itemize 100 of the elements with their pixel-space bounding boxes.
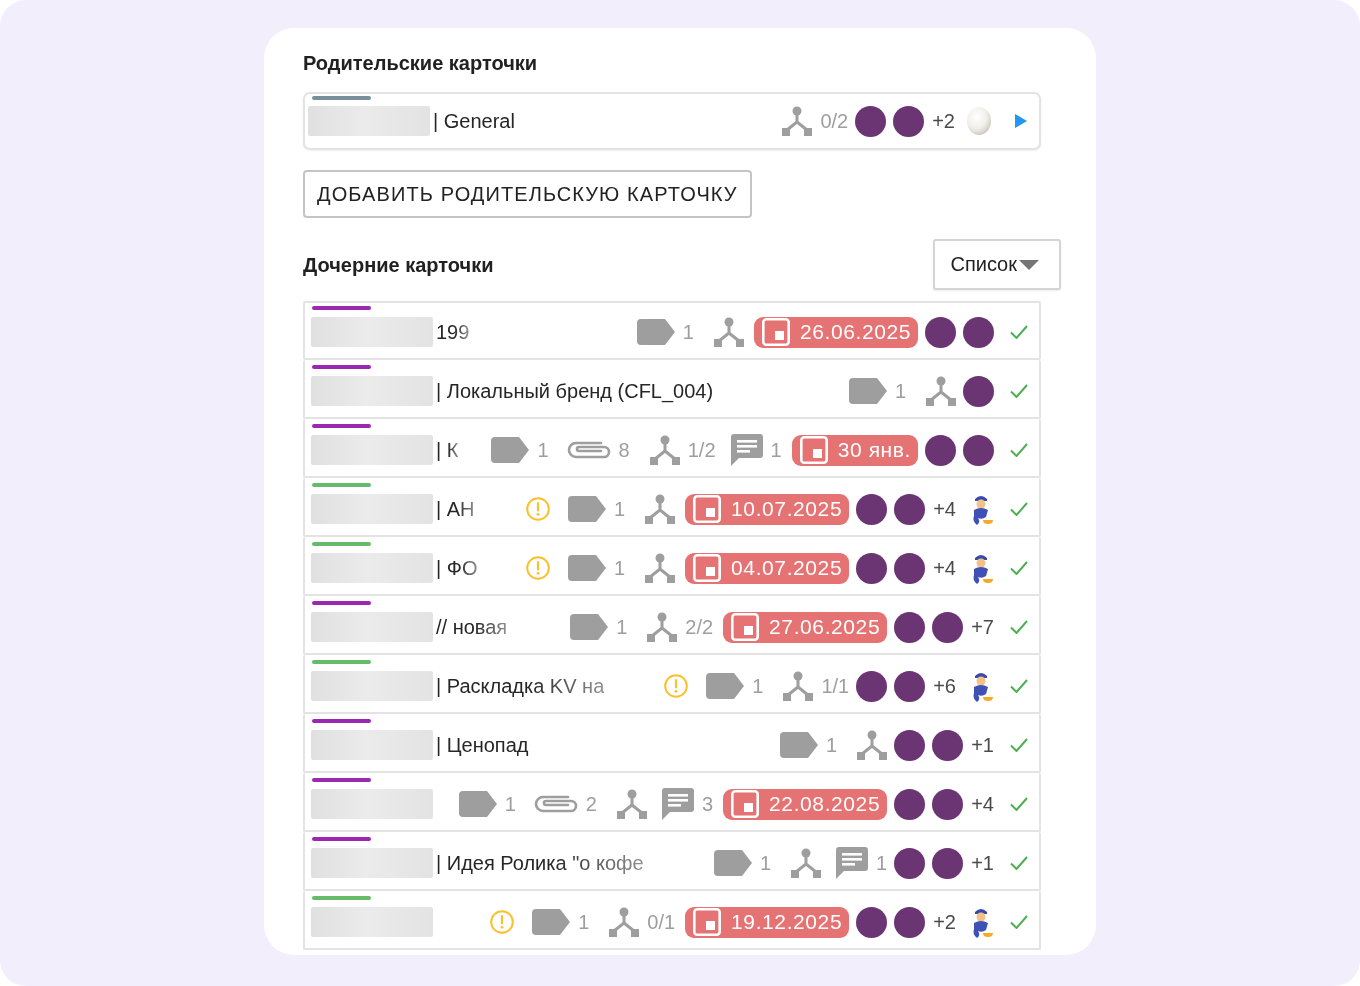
more-members-count: +1 xyxy=(971,733,994,757)
avatar-icon xyxy=(855,105,887,137)
avatar-icon xyxy=(925,316,956,348)
parent-card[interactable]: | General 0/2 +2 xyxy=(303,92,1041,150)
check-icon xyxy=(1010,679,1028,693)
tag-icon xyxy=(567,555,606,581)
card-title: | Раскладка KV на xyxy=(436,674,605,698)
card-title: | ФО xyxy=(436,556,478,580)
hierarchy-icon xyxy=(857,730,888,760)
avatar-icon xyxy=(894,906,926,938)
play-icon[interactable] xyxy=(1015,114,1027,128)
due-date: 27.06.2025 xyxy=(769,615,881,639)
child-card[interactable]: 1 2 3 22.08.2025 +4 xyxy=(303,773,1041,832)
child-card[interactable]: | К 1 8 1/2 1 30 янв. xyxy=(303,419,1041,478)
child-card[interactable]: // новая 1 2/2 27.06.2025 +7 xyxy=(303,596,1041,655)
tag-icon xyxy=(713,850,752,876)
avatar-icon xyxy=(963,434,994,466)
tag-count: 1 xyxy=(894,379,906,403)
hierarchy-icon xyxy=(713,317,744,347)
comment-count: 3 xyxy=(701,792,714,816)
avatar-icon xyxy=(894,552,926,584)
comment-icon xyxy=(661,788,694,820)
check-icon xyxy=(1010,620,1028,634)
more-members-count: +2 xyxy=(932,109,955,133)
tag-icon xyxy=(780,732,819,758)
attachment-count: 2 xyxy=(585,792,597,816)
calendar-icon xyxy=(731,613,760,641)
card-title: | АН xyxy=(436,497,475,521)
tag-icon xyxy=(491,437,530,463)
avatar-icon xyxy=(856,670,888,702)
avatar-icon xyxy=(932,611,964,643)
avatar-icon xyxy=(925,434,956,466)
child-card[interactable]: | АН 1 10.07.2025 +4 xyxy=(303,478,1041,537)
calendar-icon xyxy=(799,436,828,464)
tag-count: 1 xyxy=(613,556,626,580)
avatar-icon xyxy=(856,493,888,525)
check-icon xyxy=(1010,384,1028,398)
avatar-icon xyxy=(894,493,926,525)
view-select[interactable]: Список xyxy=(933,239,1061,290)
avatar-icon xyxy=(856,552,888,584)
comment-icon xyxy=(730,434,763,466)
tag-count: 1 xyxy=(826,733,838,757)
tag-count: 1 xyxy=(578,910,590,934)
paperclip-icon xyxy=(533,794,578,814)
hierarchy-icon xyxy=(783,671,814,701)
caret-icon xyxy=(1019,259,1039,270)
tag-count: 1 xyxy=(752,674,764,698)
card-title: | К xyxy=(436,438,459,462)
calendar-icon xyxy=(693,908,722,936)
calendar-icon xyxy=(731,790,760,818)
hierarchy-icon xyxy=(647,612,678,642)
child-card[interactable]: | Ценопад 1 +1 xyxy=(303,714,1041,773)
section-heading: Родительские карточки xyxy=(303,51,539,76)
tag-count: 1 xyxy=(616,615,628,639)
avatar-icon xyxy=(894,670,926,702)
warning-icon xyxy=(664,674,689,698)
child-card[interactable]: 199 1 26.06.2025 xyxy=(303,301,1041,360)
avatar-icon xyxy=(932,729,964,761)
attachment-count: 8 xyxy=(618,438,630,462)
comment-count: 1 xyxy=(770,438,782,462)
warning-icon xyxy=(525,497,550,521)
child-card[interactable]: | Раскладка KV на 1 1/1 +6 xyxy=(303,655,1041,714)
child-card[interactable]: | Идея Ролика "о кофе 1 1 +1 xyxy=(303,832,1041,891)
subtask-count: 1/1 xyxy=(821,674,850,698)
avatar-icon xyxy=(894,611,926,643)
avatar-icon xyxy=(963,316,994,348)
due-date: 26.06.2025 xyxy=(799,320,911,344)
more-members-count: +7 xyxy=(971,615,994,639)
more-members-count: +1 xyxy=(971,851,994,875)
tag-icon xyxy=(567,496,606,522)
egg-icon xyxy=(967,107,991,135)
check-icon xyxy=(1010,738,1028,752)
due-date: 30 янв. xyxy=(837,438,911,462)
comment-count: 1 xyxy=(876,851,888,875)
subtask-count: 0/1 xyxy=(647,910,676,934)
more-members-count: +4 xyxy=(933,497,956,521)
card-title: | Локальный бренд (CFL_004) xyxy=(436,379,714,403)
tag-icon xyxy=(636,319,675,345)
warning-icon xyxy=(525,556,550,580)
due-date: 04.07.2025 xyxy=(731,556,843,580)
hierarchy-icon xyxy=(609,907,640,937)
tag-count: 1 xyxy=(759,851,772,875)
avatar-icon xyxy=(932,788,964,820)
avatar-icon xyxy=(894,729,926,761)
tag-icon xyxy=(848,378,887,404)
avatar-icon xyxy=(963,375,994,407)
child-card[interactable]: | ФО 1 04.07.2025 +4 xyxy=(303,537,1041,596)
more-members-count: +4 xyxy=(971,792,994,816)
avatar-icon xyxy=(893,105,925,137)
child-card[interactable]: 1 0/1 19.12.2025 +2 xyxy=(303,891,1041,950)
hierarchy-icon xyxy=(616,789,647,819)
check-icon xyxy=(1010,561,1028,575)
card-title: | General xyxy=(433,109,515,133)
add-parent-card-button[interactable]: ДОБАВИТЬ РОДИТЕЛЬСКУЮ КАРТОЧКУ xyxy=(303,170,752,218)
card-title: | Идея Ролика "о кофе xyxy=(436,851,644,875)
check-icon xyxy=(1010,797,1028,811)
calendar-icon xyxy=(761,318,790,346)
child-card[interactable]: | Локальный бренд (CFL_004) 1 xyxy=(303,360,1041,419)
hierarchy-icon xyxy=(649,435,680,465)
more-members-count: +2 xyxy=(933,910,956,934)
